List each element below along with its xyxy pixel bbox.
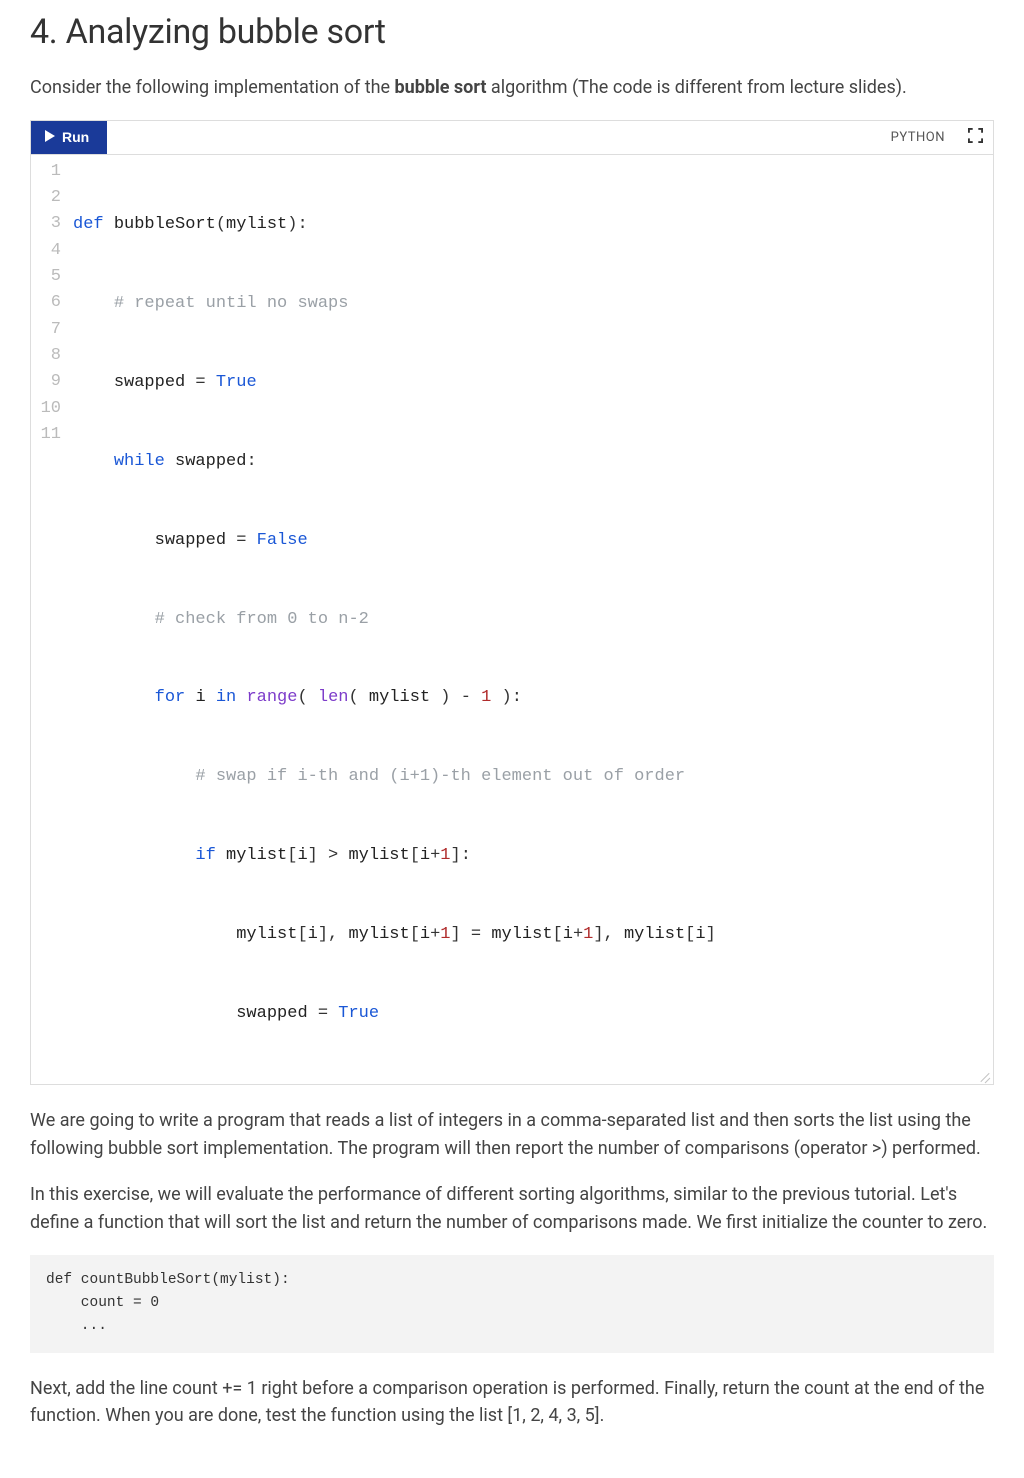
- intro-paragraph: Consider the following implementation of…: [30, 74, 994, 102]
- run-button[interactable]: Run: [31, 121, 107, 154]
- play-icon: [45, 129, 55, 145]
- line-number: 10: [39, 396, 61, 422]
- code-snippet: def countBubbleSort(mylist): count = 0 .…: [30, 1255, 994, 1353]
- paragraph-2: We are going to write a program that rea…: [30, 1107, 994, 1163]
- run-button-label: Run: [62, 129, 89, 145]
- line-number: 2: [39, 185, 61, 211]
- code-lines[interactable]: def bubbleSort(mylist): # repeat until n…: [71, 155, 993, 1085]
- section-heading: 4. Analyzing bubble sort: [30, 12, 994, 52]
- line-number-gutter: 1234567891011: [31, 155, 71, 1085]
- line-number: 6: [39, 290, 61, 316]
- language-label: PYTHON: [891, 121, 957, 154]
- paragraph-4: Next, add the line count += 1 right befo…: [30, 1375, 994, 1431]
- line-number: 3: [39, 211, 61, 237]
- line-number: 4: [39, 238, 61, 264]
- intro-post: algorithm (The code is different from le…: [486, 77, 906, 98]
- fullscreen-icon: [968, 128, 983, 147]
- code-runner-block: Run PYTHON 1234567891011 def bubbleSort(…: [30, 120, 994, 1086]
- line-number: 8: [39, 343, 61, 369]
- line-number: 11: [39, 422, 61, 448]
- toolbar-spacer: [107, 121, 890, 154]
- line-number: 9: [39, 369, 61, 395]
- code-runner-toolbar: Run PYTHON: [31, 121, 993, 155]
- line-number: 1: [39, 159, 61, 185]
- line-number: 5: [39, 264, 61, 290]
- resize-handle-icon[interactable]: [978, 1071, 990, 1083]
- line-number: 7: [39, 317, 61, 343]
- intro-pre: Consider the following implementation of…: [30, 77, 395, 98]
- intro-bold: bubble sort: [395, 77, 487, 98]
- fullscreen-button[interactable]: [957, 121, 993, 154]
- code-body[interactable]: 1234567891011 def bubbleSort(mylist): # …: [31, 155, 993, 1085]
- paragraph-3: In this exercise, we will evaluate the p…: [30, 1181, 994, 1237]
